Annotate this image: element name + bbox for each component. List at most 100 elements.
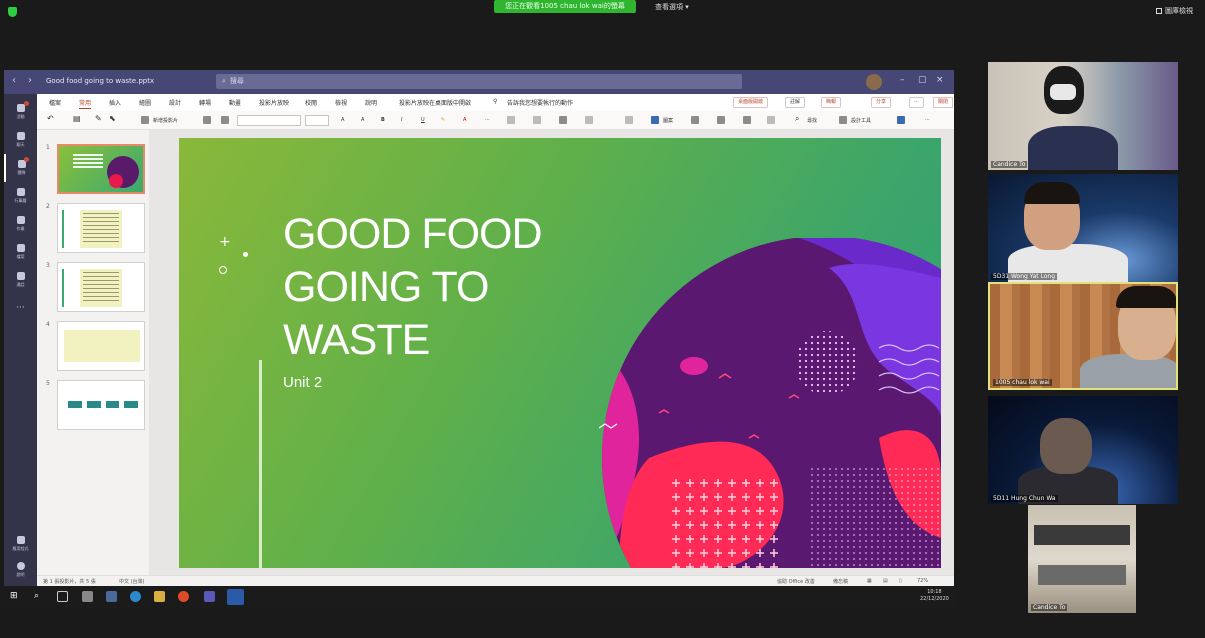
gallery-view-button[interactable]: 圖庫檢視: [1156, 6, 1193, 16]
rail-item-files[interactable]: 檔案: [4, 238, 37, 266]
rail-item-chat[interactable]: 聊天: [4, 126, 37, 154]
tab-transitions[interactable]: 轉場: [199, 98, 211, 107]
windows-start-icon[interactable]: ⊞: [10, 591, 21, 602]
participant-video-5[interactable]: Candice To: [1028, 505, 1136, 613]
more-apps-button[interactable]: ···: [4, 294, 37, 322]
rail-item-assignments[interactable]: 作業: [4, 210, 37, 238]
open-desktop-button[interactable]: 桌面版開啟: [733, 97, 769, 108]
task-view-icon[interactable]: [57, 591, 68, 602]
tab-animations[interactable]: 動畫: [229, 98, 241, 107]
tab-view[interactable]: 檢視: [335, 98, 347, 107]
search-icon[interactable]: ⌕: [34, 591, 45, 602]
close-icon[interactable]: ×: [936, 75, 944, 85]
arrange-icon[interactable]: [691, 116, 699, 124]
undo-icon[interactable]: ↶: [47, 114, 54, 123]
edge-icon[interactable]: [130, 591, 141, 602]
present-button[interactable]: 簡報: [821, 97, 842, 108]
open-in-desktop-link[interactable]: 投影片放映在桌面版中開啟: [399, 98, 471, 107]
designer-icon[interactable]: [839, 116, 847, 124]
rail-item-help[interactable]: 說明: [4, 556, 37, 584]
microphone-icon[interactable]: [897, 116, 905, 124]
tab-draw[interactable]: 繪圖: [139, 98, 151, 107]
underline-icon[interactable]: U: [421, 117, 425, 123]
format-painter-icon[interactable]: ✎: [95, 114, 102, 123]
participant-video-2[interactable]: 5D31 Wong Yat Long: [988, 174, 1178, 282]
maximize-icon[interactable]: ▢: [918, 75, 927, 85]
reading-view-icon[interactable]: ▯: [899, 578, 902, 584]
shapes-icon[interactable]: [651, 116, 659, 124]
sorter-view-icon[interactable]: ▤: [883, 578, 888, 584]
view-options-button[interactable]: 查看選項 ▾: [655, 2, 689, 12]
participant-video-1[interactable]: Candice To: [988, 62, 1178, 170]
shape-outline-icon[interactable]: [767, 116, 775, 124]
rail-item-apps[interactable]: 應用程式: [4, 530, 37, 558]
paste-icon[interactable]: ▤: [73, 114, 81, 123]
quick-styles-icon[interactable]: [717, 116, 725, 124]
font-color-icon[interactable]: A: [463, 117, 466, 123]
bullets-icon[interactable]: [507, 116, 515, 124]
tab-home[interactable]: 常用: [79, 98, 92, 109]
increase-font-icon[interactable]: A: [341, 117, 344, 123]
layout-icon[interactable]: [203, 116, 211, 124]
normal-view-icon[interactable]: ▦: [867, 578, 872, 584]
tab-file[interactable]: 檔案: [49, 98, 61, 107]
file-explorer-icon[interactable]: [106, 591, 117, 602]
slide-subtitle[interactable]: Unit 2: [283, 374, 322, 391]
slide-thumbnail-4[interactable]: [57, 321, 145, 371]
cursor-icon[interactable]: ⬉: [109, 114, 116, 123]
comments-button[interactable]: 註解: [785, 97, 806, 108]
shapes-button[interactable]: 圖案: [663, 117, 673, 124]
folder-icon[interactable]: [154, 591, 165, 602]
minimize-icon[interactable]: –: [900, 75, 905, 85]
new-slide-icon[interactable]: [141, 116, 149, 124]
new-slide-button[interactable]: 新增投影片: [153, 117, 178, 124]
zoom-level[interactable]: 72%: [917, 578, 928, 584]
share-button[interactable]: 分享: [871, 97, 892, 108]
rail-item-activity[interactable]: 活動: [4, 98, 37, 126]
tab-slideshow[interactable]: 投影片放映: [259, 98, 289, 107]
store-icon[interactable]: [82, 591, 93, 602]
tell-me-input[interactable]: 告訴我您想要執行的動作: [507, 98, 573, 107]
tab-insert[interactable]: 插入: [109, 98, 121, 107]
find-button[interactable]: 尋找: [807, 117, 817, 124]
more-font-icon[interactable]: ···: [485, 117, 490, 123]
rail-item-teams[interactable]: 團隊: [4, 154, 37, 182]
language-status[interactable]: 中文 (台灣): [119, 578, 145, 585]
designer-button[interactable]: 設計工具: [851, 117, 871, 124]
slide-title[interactable]: GOOD FOOD GOING TO WASTE: [283, 208, 603, 367]
tab-help[interactable]: 說明: [365, 98, 377, 107]
numbering-icon[interactable]: [533, 116, 541, 124]
more-options-button[interactable]: ···: [909, 97, 924, 108]
rail-item-calendar[interactable]: 行事曆: [4, 182, 37, 210]
text-direction-icon[interactable]: [625, 116, 633, 124]
italic-icon[interactable]: I: [401, 117, 402, 123]
tab-design[interactable]: 設計: [169, 98, 181, 107]
picture-icon[interactable]: [221, 116, 229, 124]
system-clock[interactable]: 10:18 22/12/2020: [920, 589, 949, 603]
back-arrow-icon[interactable]: ‹: [12, 75, 16, 86]
zoom-app-icon[interactable]: [227, 589, 244, 605]
slide-thumbnail-5[interactable]: [57, 380, 145, 430]
tab-review[interactable]: 校閱: [305, 98, 317, 107]
chrome-icon[interactable]: [178, 591, 189, 602]
slide-thumbnail-1[interactable]: [57, 144, 145, 194]
ribbon-more-icon[interactable]: ···: [925, 117, 930, 123]
bold-icon[interactable]: B: [381, 117, 385, 123]
shield-icon[interactable]: [8, 7, 17, 17]
current-slide[interactable]: + GOOD FOOD GOING TO WASTE Unit 2: [179, 138, 941, 568]
close-document-button[interactable]: 關閉: [933, 97, 954, 108]
avatar[interactable]: [866, 74, 882, 90]
slide-thumbnail-3[interactable]: [57, 262, 145, 312]
shape-fill-icon[interactable]: [743, 116, 751, 124]
decrease-font-icon[interactable]: A: [361, 117, 364, 123]
indent-icon[interactable]: [585, 116, 593, 124]
participant-video-active-speaker[interactable]: 1005 chau lok wai: [988, 282, 1178, 390]
highlight-icon[interactable]: ✎: [441, 117, 445, 123]
participant-video-4[interactable]: 5D11 Hung Chun Wa: [988, 396, 1178, 504]
teams-icon[interactable]: [204, 591, 215, 602]
font-size-select[interactable]: [305, 115, 329, 126]
slide-thumbnail-2[interactable]: [57, 203, 145, 253]
forward-arrow-icon[interactable]: ›: [28, 75, 32, 86]
align-icon[interactable]: [559, 116, 567, 124]
search-input[interactable]: ⌕ 搜尋: [216, 74, 742, 89]
